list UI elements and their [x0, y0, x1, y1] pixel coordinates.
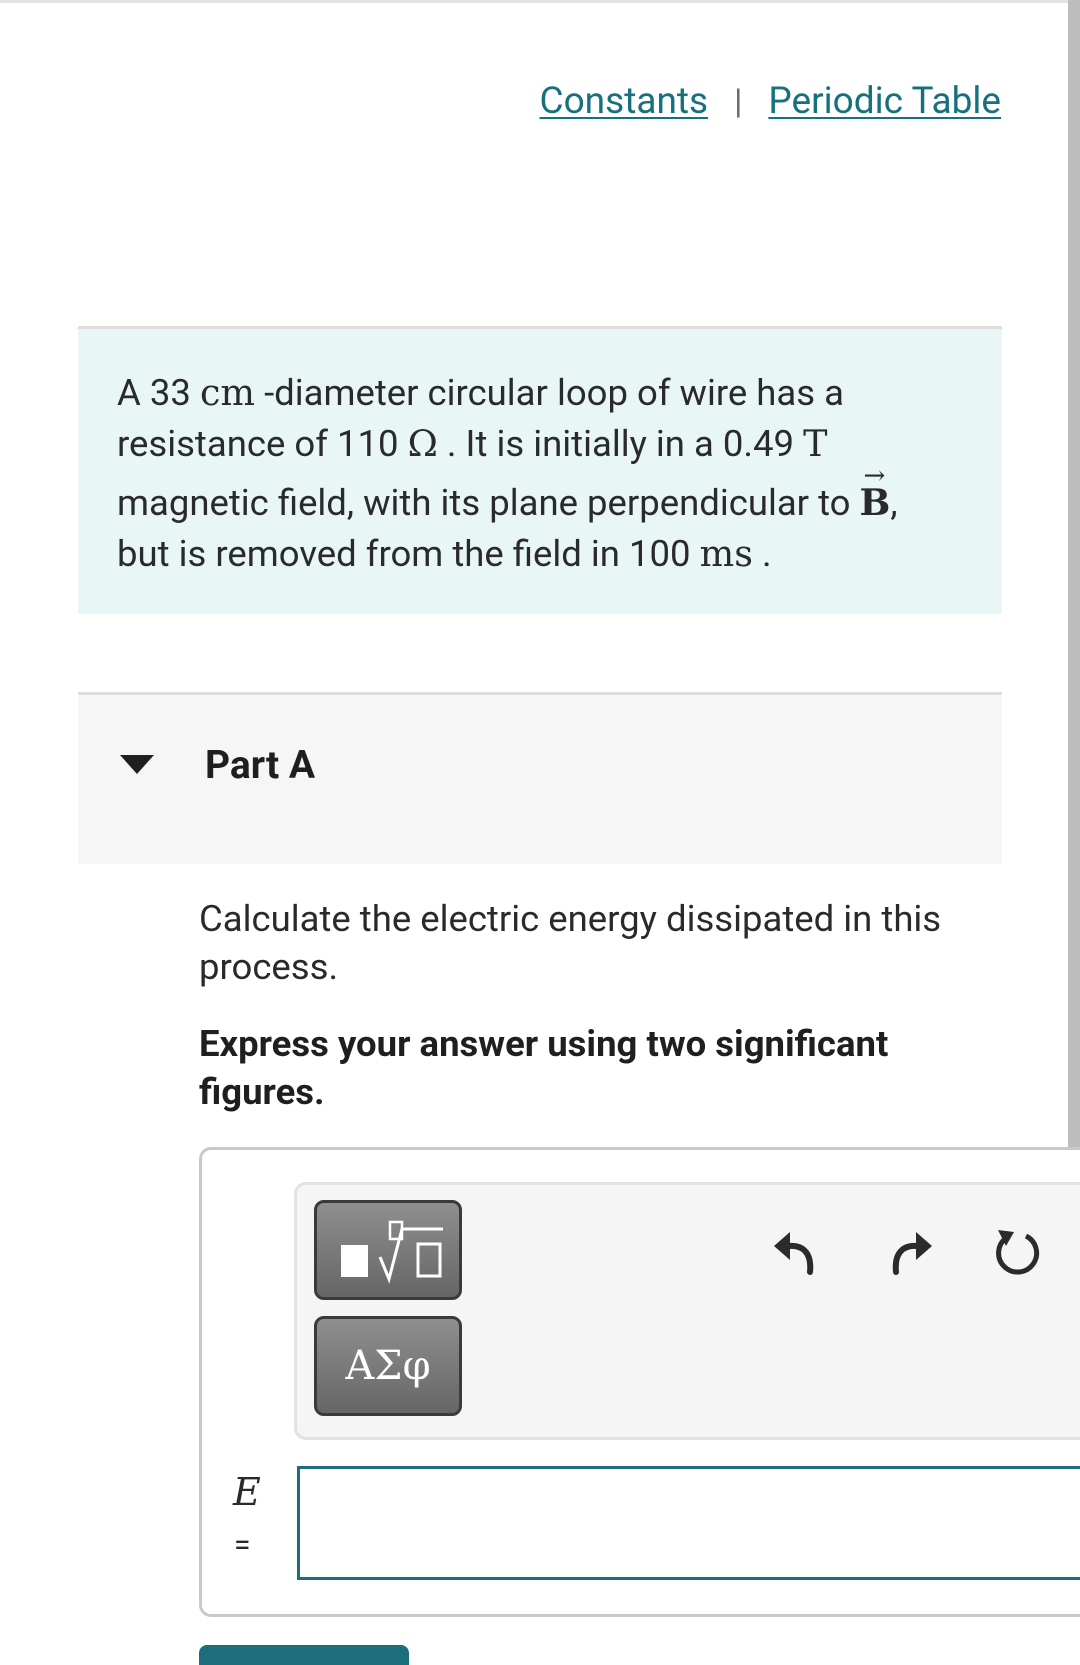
- problem-text: ,: [890, 481, 898, 524]
- reset-button[interactable]: [992, 1226, 1044, 1278]
- unit-tesla: T: [803, 422, 828, 465]
- instruction-text: Express your answer using two significan…: [199, 1022, 889, 1113]
- redo-button[interactable]: [884, 1226, 936, 1278]
- problem-text: .: [752, 532, 772, 575]
- top-divider: [0, 0, 1080, 3]
- greek-letters-icon: ΑΣφ: [345, 1343, 431, 1389]
- vector-arrow: →: [863, 461, 886, 491]
- problem-line-3: magnetic field, with its plane perpendic…: [117, 461, 962, 528]
- problem-text: resistance of 110: [117, 422, 408, 465]
- undo-icon: [774, 1232, 814, 1275]
- problem-text: magnetic field, with its plane perpendic…: [117, 481, 860, 524]
- templates-icon: [341, 1220, 443, 1284]
- undo-button[interactable]: [770, 1226, 822, 1278]
- problem-line-4: but is removed from the field in 100 ms …: [117, 528, 962, 579]
- constants-link[interactable]: Constants: [540, 80, 709, 123]
- greek-letters-button[interactable]: ΑΣφ: [314, 1316, 462, 1416]
- link-separator: |: [734, 81, 743, 122]
- problem-text: but is removed from the field in 100: [117, 532, 700, 575]
- answer-variable: E: [233, 1470, 261, 1514]
- redo-icon: [892, 1232, 932, 1275]
- unit-ohm: Ω: [407, 422, 438, 465]
- problem-line-1: A 33 cm -diameter circular loop of wire …: [117, 367, 962, 418]
- answer-input[interactable]: [297, 1466, 1080, 1580]
- templates-button[interactable]: [314, 1200, 462, 1300]
- part-title: Part A: [205, 742, 316, 788]
- equals-sign: =: [234, 1528, 251, 1563]
- problem-text: -diameter circular loop of wire has a: [255, 371, 845, 414]
- problem-line-2: resistance of 110 Ω . It is initially in…: [117, 418, 962, 469]
- submit-button[interactable]: [199, 1645, 409, 1665]
- problem-text: . It is initially in a 0.49: [437, 422, 804, 465]
- unit-ms: ms: [699, 532, 753, 575]
- part-a-header[interactable]: Part A: [78, 692, 1002, 864]
- resource-links: Constants | Periodic Table: [540, 80, 1002, 123]
- problem-text: A 33: [117, 371, 200, 414]
- question-text: Calculate the electric energy dissipated…: [199, 897, 942, 988]
- vector-b: → B: [860, 461, 891, 528]
- periodic-table-link[interactable]: Periodic Table: [768, 80, 1001, 123]
- reset-icon: [996, 1230, 1040, 1275]
- problem-statement: A 33 cm -diameter circular loop of wire …: [78, 326, 1002, 614]
- unit-cm: cm: [199, 371, 256, 414]
- collapse-triangle-icon[interactable]: [120, 755, 154, 774]
